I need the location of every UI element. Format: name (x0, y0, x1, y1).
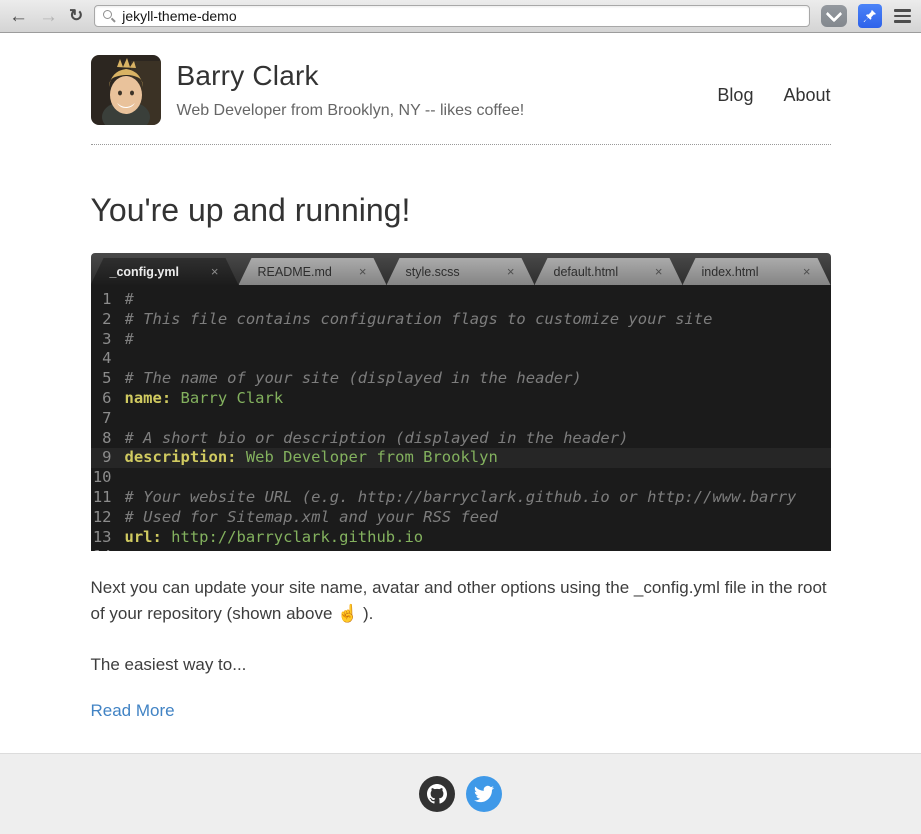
twitter-link[interactable] (466, 776, 502, 812)
browser-toolbar: ← → ↻ jekyll-theme-demo (0, 0, 921, 33)
line-number: 10 (91, 468, 125, 488)
site-header: Barry Clark Web Developer from Brooklyn,… (91, 33, 831, 125)
tab-label: index.html (702, 265, 759, 279)
site-description: Web Developer from Brooklyn, NY -- likes… (177, 102, 525, 120)
code-text: # (125, 330, 134, 350)
line-number: 4 (91, 349, 125, 369)
nav-link-blog[interactable]: Blog (717, 85, 753, 106)
line-number: 1 (91, 290, 125, 310)
editor-tab-default.html[interactable]: default.html × (535, 258, 683, 285)
site-name[interactable]: Barry Clark (177, 60, 525, 92)
line-number: 14 (91, 547, 125, 551)
tab-label: README.md (258, 265, 332, 279)
line-number: 6 (91, 389, 125, 409)
code-line-13: 13url: http://barryclark.github.io (91, 528, 831, 548)
editor-tab-README.md[interactable]: README.md × (239, 258, 387, 285)
code-text: url: http://barryclark.github.io (125, 528, 424, 548)
pushpin-icon[interactable] (858, 4, 882, 28)
code-line-12: 12# Used for Sitemap.xml and your RSS fe… (91, 508, 831, 528)
tab-close-icon[interactable]: × (507, 264, 515, 279)
back-icon[interactable]: ← (9, 7, 28, 26)
line-number: 8 (91, 429, 125, 449)
code-text: name: Barry Clark (125, 389, 284, 409)
tab-close-icon[interactable]: × (211, 264, 219, 279)
code-line-11: 11# Your website URL (e.g. http://barryc… (91, 488, 831, 508)
github-icon (427, 784, 447, 804)
nav-link-about[interactable]: About (783, 85, 830, 106)
search-icon (103, 10, 115, 22)
post-title: You're up and running! (91, 192, 831, 229)
line-number: 2 (91, 310, 125, 330)
code-text: # Used for Sitemap.xml and your RSS feed (125, 508, 498, 528)
editor-tab-bar: _config.yml×README.md×style.scss×default… (91, 253, 831, 285)
pushpin-glyph (862, 8, 878, 24)
forward-icon[interactable]: → (39, 7, 58, 26)
code-text: # (125, 290, 134, 310)
code-line-3: 3# (91, 330, 831, 350)
line-number: 3 (91, 330, 125, 350)
twitter-icon (474, 784, 494, 804)
site-footer (0, 753, 921, 834)
code-text: description: Web Developer from Brooklyn (125, 448, 498, 468)
tab-close-icon[interactable]: × (655, 264, 663, 279)
editor-tab-index.html[interactable]: index.html × (683, 258, 831, 285)
header-divider (91, 144, 831, 145)
read-more-link[interactable]: Read More (91, 701, 175, 721)
line-number: 13 (91, 528, 125, 548)
line-number: 11 (91, 488, 125, 508)
code-line-2: 2# This file contains configuration flag… (91, 310, 831, 330)
line-number: 7 (91, 409, 125, 429)
line-number: 12 (91, 508, 125, 528)
code-line-7: 7 (91, 409, 831, 429)
menu-icon[interactable] (893, 7, 912, 25)
code-line-14: 14 (91, 547, 831, 551)
code-text: # The name of your site (displayed in th… (125, 369, 582, 389)
line-number: 5 (91, 369, 125, 389)
browser-window: ← → ↻ jekyll-theme-demo (0, 0, 921, 834)
code-text: # This file contains configuration flags… (125, 310, 713, 330)
code-line-1: 1# (91, 290, 831, 310)
line-number: 9 (91, 448, 125, 468)
tab-label: default.html (554, 265, 619, 279)
tab-label: style.scss (406, 265, 460, 279)
address-bar-value: jekyll-theme-demo (122, 8, 236, 24)
editor-code-area: 1#2# This file contains configuration fl… (91, 285, 831, 551)
code-line-8: 8# A short bio or description (displayed… (91, 429, 831, 449)
code-text: # Your website URL (e.g. http://barrycla… (125, 488, 797, 508)
code-line-6: 6name: Barry Clark (91, 389, 831, 409)
tab-close-icon[interactable]: × (359, 264, 367, 279)
tab-close-icon[interactable]: × (803, 264, 811, 279)
avatar[interactable] (91, 55, 161, 125)
post: You're up and running! _config.yml×READM… (91, 192, 831, 721)
reload-icon[interactable]: ↻ (69, 6, 83, 26)
github-link[interactable] (419, 776, 455, 812)
site-nav: Blog About (717, 85, 830, 106)
code-text: # A short bio or description (displayed … (125, 429, 629, 449)
code-line-9: 9description: Web Developer from Brookly… (91, 448, 831, 468)
code-line-4: 4 (91, 349, 831, 369)
masthead: Barry Clark Web Developer from Brooklyn,… (177, 55, 525, 120)
editor-tab-_config.yml[interactable]: _config.yml × (91, 258, 239, 285)
pocket-icon[interactable] (821, 5, 847, 27)
post-paragraph: Next you can update your site name, avat… (91, 575, 831, 626)
editor-tab-style.scss[interactable]: style.scss × (387, 258, 535, 285)
tab-label: _config.yml (110, 265, 179, 279)
post-paragraph: The easiest way to... (91, 652, 831, 678)
code-line-5: 5# The name of your site (displayed in t… (91, 369, 831, 389)
code-editor-screenshot: _config.yml×README.md×style.scss×default… (91, 253, 831, 551)
code-line-10: 10 (91, 468, 831, 488)
page: Barry Clark Web Developer from Brooklyn,… (0, 33, 921, 753)
address-bar[interactable]: jekyll-theme-demo (94, 5, 810, 27)
